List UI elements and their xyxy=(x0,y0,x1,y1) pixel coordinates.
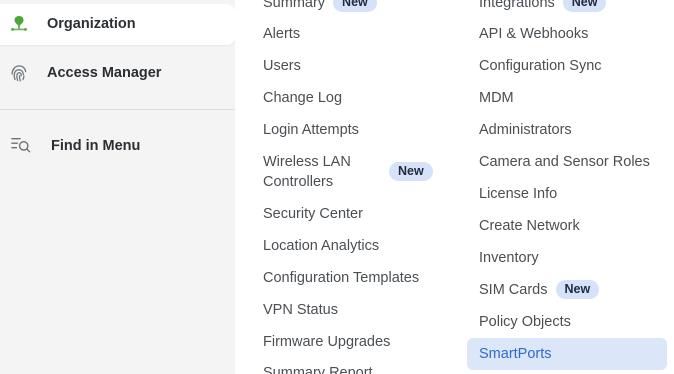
menu-item-configuration-templates[interactable]: Configuration Templates xyxy=(263,268,419,288)
fingerprint-icon xyxy=(9,63,29,83)
sidebar-item-label: Find in Menu xyxy=(51,138,141,154)
app-root: Organization Access Manager Find in Menu… xyxy=(0,0,674,374)
menu-item-change-log[interactable]: Change Log xyxy=(263,88,342,108)
menu-item-alerts[interactable]: Alerts xyxy=(263,24,300,44)
sidebar-item-label: Organization xyxy=(47,16,136,32)
sidebar-item-find-in-menu[interactable]: Find in Menu xyxy=(0,126,235,166)
menu-item-integrations[interactable]: Integrations New xyxy=(479,0,607,13)
menu-item-wireless-lan-controllers[interactable]: Wireless LAN Controllers New xyxy=(263,152,439,192)
menu-item-users[interactable]: Users xyxy=(263,56,301,76)
menu-item-license-info[interactable]: License Info xyxy=(479,184,557,204)
new-badge: New xyxy=(333,0,377,12)
new-badge: New xyxy=(562,0,607,12)
menu-item-location-analytics[interactable]: Location Analytics xyxy=(263,236,379,256)
menu-item-camera-sensor-roles[interactable]: Camera and Sensor Roles xyxy=(479,152,650,172)
menu-item-firmware-upgrades[interactable]: Firmware Upgrades xyxy=(263,332,390,352)
menu-item-login-attempts[interactable]: Login Attempts xyxy=(263,120,359,140)
menu-item-configuration-sync[interactable]: Configuration Sync xyxy=(479,56,602,76)
organization-icon xyxy=(9,14,29,34)
menu-item-api-webhooks[interactable]: API & Webhooks xyxy=(479,24,588,44)
menu-item-policy-objects[interactable]: Policy Objects xyxy=(479,312,571,332)
menu-item-summary[interactable]: Summary New xyxy=(263,0,377,13)
menu-item-summary-report[interactable]: Summary Report xyxy=(263,363,373,374)
sidebar-item-organization[interactable]: Organization xyxy=(0,4,235,45)
sidebar-item-label: Access Manager xyxy=(47,65,162,81)
menu-item-security-center[interactable]: Security Center xyxy=(263,204,363,224)
menu-item-sim-cards[interactable]: SIM Cards New xyxy=(479,280,600,300)
menu-item-create-network[interactable]: Create Network xyxy=(479,216,580,236)
new-badge: New xyxy=(555,280,600,299)
new-badge: New xyxy=(389,162,433,181)
menu-item-administrators[interactable]: Administrators xyxy=(479,120,572,140)
menu-item-smartports[interactable]: SmartPorts xyxy=(467,338,667,370)
menu-panel: Summary New Alerts Users Change Log Login… xyxy=(235,0,674,374)
sidebar: Organization Access Manager Find in Menu xyxy=(0,0,235,374)
sidebar-divider xyxy=(0,109,235,110)
search-menu-icon xyxy=(11,135,31,155)
menu-item-mdm[interactable]: MDM xyxy=(479,88,514,108)
menu-item-inventory[interactable]: Inventory xyxy=(479,248,539,268)
sidebar-item-access-manager[interactable]: Access Manager xyxy=(0,53,235,93)
menu-item-vpn-status[interactable]: VPN Status xyxy=(263,300,338,320)
